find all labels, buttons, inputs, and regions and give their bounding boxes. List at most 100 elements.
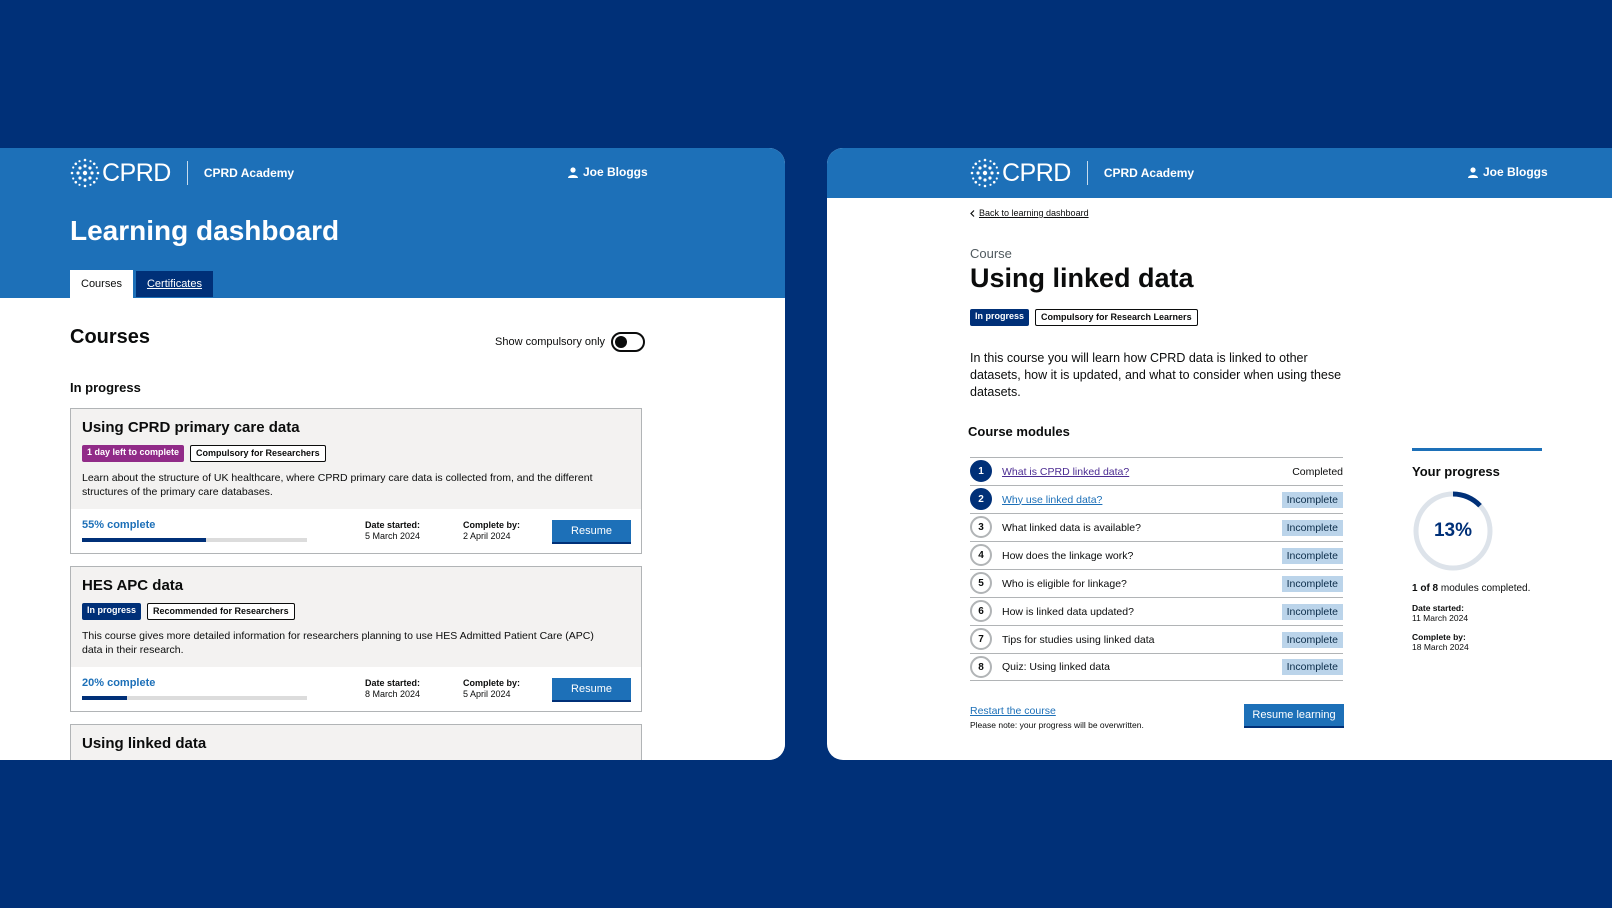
progress-bar	[82, 696, 307, 700]
module-row: 7 Tips for studies using linked data Inc…	[970, 625, 1343, 653]
module-status: Completed	[1292, 465, 1343, 478]
progress-rule	[1412, 448, 1542, 451]
requirement-tag: Recommended for Researchers	[147, 603, 295, 620]
progress-bar	[82, 538, 307, 542]
date-started-label: Date started:	[365, 520, 421, 530]
user-icon	[1468, 166, 1478, 178]
progress-panel: Your progress 13% 1 of 8 modules complet…	[1412, 448, 1542, 652]
module-link[interactable]: Why use linked data?	[1002, 494, 1102, 506]
back-to-dashboard-link[interactable]: Back to learning dashboard	[970, 208, 1089, 218]
user-name: Joe Bloggs	[1483, 165, 1548, 179]
module-status: Incomplete	[1281, 603, 1343, 620]
progress-bar-fill	[82, 696, 127, 700]
status-tag: In progress	[970, 309, 1030, 326]
module-status: Incomplete	[1281, 491, 1343, 508]
module-list: 1 What is CPRD linked data? Completed 2 …	[970, 457, 1343, 681]
module-status: Incomplete	[1281, 575, 1343, 592]
course-caption: Course	[970, 246, 1012, 261]
dashboard-tabs: Courses Certificates	[70, 270, 214, 298]
module-label: What linked data is available?	[1002, 521, 1141, 534]
module-number: 5	[970, 572, 992, 594]
module-label: Quiz: Using linked data	[1002, 661, 1110, 673]
course-description: This course gives more detailed informat…	[82, 630, 594, 656]
cprd-logo[interactable]: CPRD CPRD Academy	[70, 158, 294, 188]
academy-name: CPRD Academy	[1103, 166, 1195, 180]
module-status: Incomplete	[1281, 519, 1343, 536]
progress-heading: Your progress	[1412, 464, 1500, 479]
tab-courses[interactable]: Courses	[70, 270, 133, 298]
dashboard-hero: Learning dashboard Courses Certificates	[0, 198, 785, 298]
module-row: 6 How is linked data updated? Incomplete	[970, 597, 1343, 625]
module-number: 1	[970, 460, 992, 482]
module-number: 8	[970, 656, 992, 678]
cprd-logo[interactable]: CPRD CPRD Academy	[970, 158, 1194, 188]
complete-by-value: 5 April 2024	[463, 689, 511, 699]
tab-certificates[interactable]: Certificates	[134, 270, 214, 298]
date-started-value: 11 March 2024	[1412, 613, 1469, 623]
module-number: 6	[970, 600, 992, 622]
course-card-footer: 20% complete Date started: 8 March 2024 …	[71, 667, 641, 711]
date-started-label: Date started:	[365, 678, 421, 688]
resume-button[interactable]: Resume	[552, 678, 631, 700]
module-label: Who is eligible for linkage?	[1002, 577, 1127, 590]
date-started: Date started: 11 March 2024	[1412, 603, 1542, 623]
compulsory-toggle-row: Show compulsory only	[495, 332, 646, 352]
progress-label: 55% complete	[82, 519, 156, 531]
complete-by: Complete by: 2 April 2024	[463, 520, 520, 542]
module-label: Tips for studies using linked data	[1002, 633, 1155, 646]
chevron-left-icon	[970, 209, 975, 217]
course-card-title[interactable]: Using CPRD primary care data	[82, 419, 630, 436]
module-row: 3 What linked data is available? Incompl…	[970, 513, 1343, 541]
resume-learning-button[interactable]: Resume learning	[1244, 704, 1344, 726]
module-row: 8 Quiz: Using linked data Incomplete	[970, 653, 1343, 681]
status-tag: In progress	[82, 603, 142, 620]
cprd-logo-icon	[70, 158, 100, 188]
logo-text: CPRD	[102, 158, 171, 187]
complete-by-label: Complete by:	[463, 678, 521, 688]
logo-divider	[186, 161, 188, 185]
progress-percent: 13%	[1433, 520, 1473, 541]
module-status: Incomplete	[1281, 659, 1343, 675]
back-link-text: Back to learning dashboard	[979, 208, 1089, 218]
header-bar: CPRD CPRD Academy Joe Bloggs	[0, 148, 785, 198]
user-menu[interactable]: Joe Bloggs	[568, 165, 648, 179]
logo-divider	[1086, 161, 1088, 185]
date-started: Date started: 8 March 2024	[365, 678, 420, 700]
restart-course-link[interactable]: Restart the course	[970, 705, 1056, 717]
date-started-value: 5 March 2024	[365, 531, 421, 541]
module-number: 4	[970, 544, 992, 566]
module-number: 2	[970, 488, 992, 510]
user-icon	[568, 166, 578, 178]
course-tags: In progress Recommended for Researchers	[82, 603, 630, 620]
resume-button[interactable]: Resume	[552, 520, 631, 542]
module-row: 4 How does the linkage work? Incomplete	[970, 541, 1343, 569]
complete-by: Complete by: 5 April 2024	[463, 678, 520, 700]
course-detail-window: CPRD CPRD Academy Joe Bloggs Back to lea…	[827, 148, 1612, 760]
date-started: Date started: 5 March 2024	[365, 520, 420, 542]
user-name: Joe Bloggs	[583, 165, 648, 179]
requirement-tag: Compulsory for Researchers	[190, 445, 326, 462]
progress-ring: 13%	[1412, 490, 1494, 572]
in-progress-heading: In progress	[70, 380, 141, 395]
academy-name: CPRD Academy	[203, 166, 295, 180]
course-title: Using linked data	[970, 263, 1194, 293]
user-menu[interactable]: Joe Bloggs	[1468, 165, 1548, 179]
course-card-title[interactable]: Using linked data	[82, 735, 630, 752]
cprd-logo-icon	[970, 158, 1000, 188]
compulsory-only-toggle[interactable]	[611, 332, 646, 352]
module-label: How is linked data updated?	[1002, 605, 1134, 618]
complete-by: Complete by: 18 March 2024	[1412, 632, 1542, 652]
course-intro: In this course you will learn how CPRD d…	[970, 351, 1342, 399]
modules-heading: Course modules	[968, 424, 1070, 439]
course-card-footer: 55% complete Date started: 5 March 2024 …	[71, 509, 641, 553]
learning-dashboard-window: CPRD CPRD Academy Joe Bloggs Learning da…	[0, 148, 785, 760]
course-card: Using CPRD primary care data 1 day left …	[70, 408, 642, 554]
course-card: Using linked data	[70, 724, 642, 760]
module-number: 7	[970, 628, 992, 650]
module-row: 5 Who is eligible for linkage? Incomplet…	[970, 569, 1343, 597]
modules-completed: 1 of 8 modules completed.	[1412, 583, 1542, 594]
course-card-title[interactable]: HES APC data	[82, 577, 630, 594]
dashboard-content: Courses Show compulsory only In progress…	[0, 298, 785, 760]
module-link[interactable]: What is CPRD linked data?	[1002, 466, 1129, 478]
complete-by-value: 2 April 2024	[463, 531, 511, 541]
